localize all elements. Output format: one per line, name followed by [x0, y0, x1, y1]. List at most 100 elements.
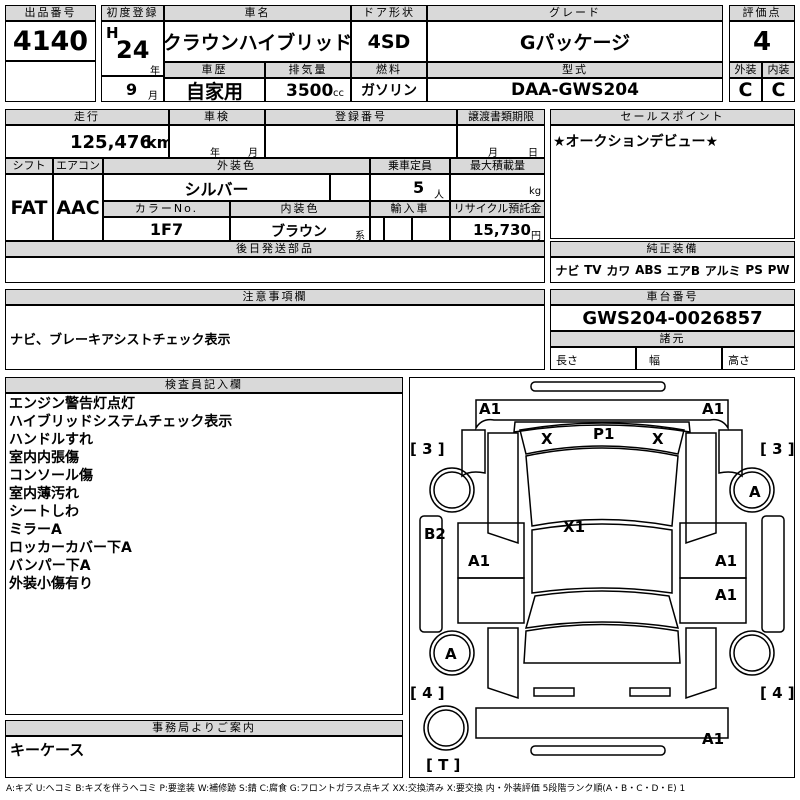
- spec-length: 長さ: [550, 347, 636, 370]
- inspection-year-unit: 年: [210, 148, 220, 158]
- dmg-front-right: A1: [702, 400, 725, 418]
- capacity-unit: 人: [434, 190, 444, 201]
- first-reg-box: H 24 年: [101, 21, 164, 76]
- specs-label: 諸元: [550, 331, 795, 347]
- dmg-front-wheel-right: A: [749, 483, 761, 501]
- import-box-b: [384, 217, 412, 241]
- dmg-roof: X1: [563, 518, 586, 536]
- import-box-a: [370, 217, 384, 241]
- int-color-box: ブラウン 系: [230, 217, 370, 241]
- car-name: クラウンハイブリッド: [164, 21, 351, 62]
- max-load-box: kg: [450, 174, 545, 201]
- dmg-rear-side-right: [ 4 ]: [760, 684, 795, 702]
- dmg-right-door-rear: A1: [715, 586, 738, 604]
- caution-label: 注意事項欄: [5, 289, 545, 305]
- fuel: ガソリン: [351, 78, 427, 102]
- model-code-label: 型式: [427, 62, 723, 78]
- displacement-label: 排気量: [265, 62, 351, 78]
- lot-blank: [5, 61, 96, 102]
- inspection-box: 年 月: [169, 125, 265, 158]
- equip-navi: ナビ: [555, 263, 580, 278]
- inspector-note: エンジン警告灯点灯: [9, 396, 135, 412]
- dmg-side-left: [ 3 ]: [410, 440, 445, 458]
- car-diagram: A1 A1 X P1 X [ 3 ] [ 3 ] A B2 X1 A1 A1 A…: [409, 377, 795, 778]
- recycle-label: リサイクル預託金: [450, 201, 545, 217]
- int-color: ブラウン: [271, 224, 327, 240]
- capacity: 5: [413, 178, 425, 197]
- equip-tv: TV: [584, 263, 602, 277]
- spec-width: 幅: [636, 347, 722, 370]
- dmg-trunk: [ T ]: [426, 756, 461, 774]
- genuine-equipment-label: 純正装備: [550, 241, 795, 257]
- mileage-unit: km: [146, 133, 168, 152]
- history: 自家用: [164, 78, 265, 102]
- color-no-label: カラーNo.: [103, 201, 230, 217]
- ext-score-label: 外装: [729, 62, 762, 78]
- shift: FAT: [5, 174, 53, 241]
- displacement-unit: cc: [333, 88, 344, 99]
- int-score-label: 内装: [762, 62, 795, 78]
- capacity-label: 乗車定員: [370, 158, 450, 174]
- dmg-rear-side-left: [ 4 ]: [410, 684, 445, 702]
- mileage: 125,476: [70, 132, 152, 153]
- dmg-windshield-mid: P1: [593, 425, 615, 443]
- spec-height-label: 高さ: [728, 354, 750, 367]
- dmg-side-right: [ 3 ]: [760, 440, 795, 458]
- office-note: キーケース: [10, 741, 85, 759]
- transfer-month-unit: 月: [488, 148, 498, 158]
- chassis-label: 車台番号: [550, 289, 795, 305]
- first-reg-month-box: 9 月: [101, 76, 164, 102]
- equip-alloy: アルミ: [704, 263, 741, 278]
- first-reg-year: 24: [116, 36, 150, 64]
- sales-point-box: ★オークションデビュー★: [550, 125, 795, 239]
- ext-color-extra: [330, 174, 370, 201]
- first-reg-year-unit: 年: [150, 66, 160, 76]
- first-reg-label: 初度登録: [101, 5, 164, 21]
- genuine-equipment-box: ナビ TV カワ ABS エアB アルミ PS PW: [550, 257, 795, 283]
- transfer-box: 月 日: [457, 125, 545, 158]
- history-label: 車歴: [164, 62, 265, 78]
- inspector-note: バンパー下A: [9, 558, 91, 574]
- inspector-note: ハンドルすれ: [9, 432, 93, 448]
- fuel-label: 燃料: [351, 62, 427, 78]
- inspector-label: 検査員記入欄: [5, 377, 403, 393]
- first-reg-month: 9: [126, 80, 138, 99]
- equip-airbag: エアB: [666, 263, 701, 278]
- transfer-day-unit: 日: [528, 148, 538, 158]
- spec-height: 高さ: [722, 347, 795, 370]
- ext-color-label: 外装色: [103, 158, 370, 174]
- office-box: キーケース: [5, 736, 403, 778]
- ext-color: シルバー: [103, 174, 330, 201]
- spec-length-label: 長さ: [556, 354, 578, 367]
- dmg-rear-right: A1: [702, 730, 725, 748]
- model-code: DAA-GWS204: [427, 78, 723, 102]
- dmg-windshield-left: X: [541, 430, 553, 448]
- inspector-note: シートしわ: [9, 504, 79, 520]
- capacity-box: 5 人: [370, 174, 450, 201]
- max-load-unit: kg: [529, 186, 542, 197]
- shift-label: シフト: [5, 158, 53, 174]
- dmg-rear-wheel-left: A: [445, 645, 457, 663]
- equip-abs: ABS: [635, 263, 663, 277]
- dmg-windshield-right: X: [652, 430, 664, 448]
- import-box-c: [412, 217, 450, 241]
- mileage-box: 125,476 km: [5, 125, 169, 158]
- inspector-notes-box: エンジン警告灯点灯 ハイブリッドシステムチェック表示 ハンドルすれ 室内内張傷 …: [5, 393, 403, 715]
- equip-ps: PS: [745, 263, 763, 277]
- office-label: 事務局よりご案内: [5, 720, 403, 736]
- inspector-note: コンソール傷: [9, 468, 93, 484]
- color-no: 1F7: [103, 217, 230, 241]
- inspection-month-unit: 月: [248, 148, 258, 158]
- transfer-label: 譲渡書類期限: [457, 109, 545, 125]
- recycle-box: 15,730 円: [450, 217, 545, 241]
- caution-box: ナビ、ブレーキアシストチェック表示: [5, 305, 545, 370]
- inspector-note: 室内内張傷: [9, 450, 79, 466]
- later-parts-label: 後日発送部品: [5, 241, 545, 257]
- equip-leather: カワ: [606, 263, 631, 278]
- reg-no-label: 登録番号: [265, 109, 457, 125]
- displacement-box: 3500 cc: [265, 78, 351, 102]
- chassis-number: GWS204-0026857: [550, 305, 795, 331]
- grade: Gパッケージ: [427, 21, 723, 62]
- lot-number: 4140: [5, 21, 96, 61]
- int-color-label: 内装色: [230, 201, 370, 217]
